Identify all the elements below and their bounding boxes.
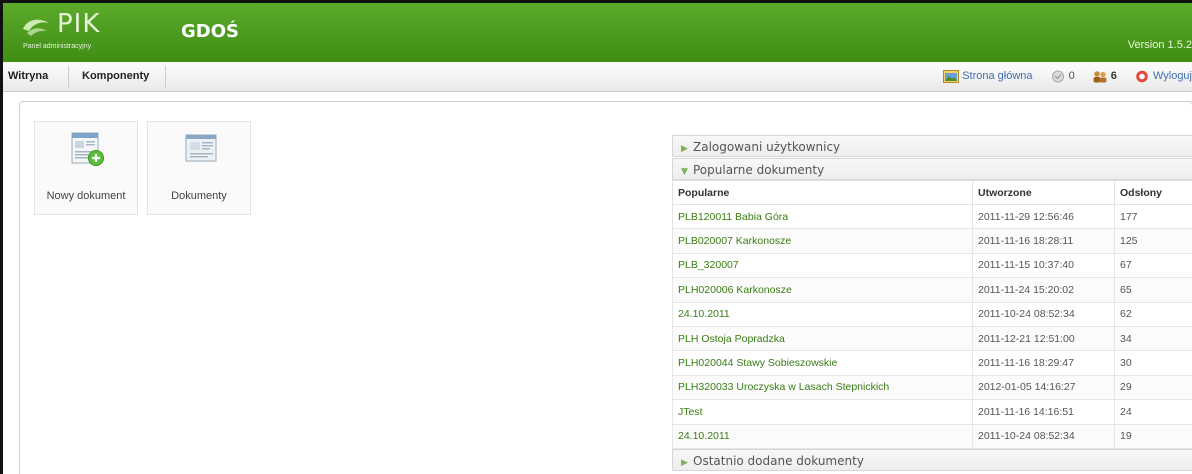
view-count: 19 xyxy=(1114,423,1192,449)
collapsed-arrow-icon: ▶ xyxy=(681,457,688,468)
logo-subtitle: Panel administracyjny xyxy=(23,43,92,50)
view-count: 177 xyxy=(1114,203,1192,230)
table-row: PLH320033 Uroczyska w Lasach Stepnickich… xyxy=(672,374,1192,401)
view-count: 29 xyxy=(1114,374,1192,401)
column-header-created: Utworzone xyxy=(972,180,1115,205)
document-link[interactable]: 24.10.2011 xyxy=(672,423,973,449)
collapsed-arrow-icon: ▶ xyxy=(681,144,688,154)
sliders-panel: ▶ Zalogowani użytkownicy ▼ Popularne dokum… xyxy=(672,135,1192,471)
view-count: 67 xyxy=(1114,252,1192,279)
slider-popular-documents[interactable]: ▼ Popularne dokumenty xyxy=(672,158,1192,180)
table-row: 24.10.2011 2011-10-24 08:52:34 62 xyxy=(672,301,1192,327)
slider-popular-title: Popularne dokumenty xyxy=(693,163,825,177)
document-link[interactable]: PLB020007 Karkonosze xyxy=(672,228,973,254)
created-date: 2011-11-16 14:16:51 xyxy=(972,399,1115,425)
new-document-label: Nowy dokument xyxy=(46,190,126,202)
menu-separator xyxy=(165,66,166,88)
logo[interactable]: PIK Panel administracyjny xyxy=(21,9,131,57)
users-icon xyxy=(1093,71,1107,83)
created-date: 2011-12-21 12:51:00 xyxy=(972,325,1115,352)
version-label: Version 1.5.2 xyxy=(1127,39,1192,51)
logout-link[interactable]: Wyloguj xyxy=(1153,62,1192,91)
document-link[interactable]: PLB_320007 xyxy=(672,252,973,279)
created-date: 2011-10-24 08:52:34 xyxy=(972,423,1115,449)
admin-window: PIK Panel administracyjny GDOŚ Version 1… xyxy=(0,0,1192,474)
view-count: 24 xyxy=(1114,399,1192,425)
new-document-icon xyxy=(71,132,104,166)
slider-latest-title: Ostatnio dodane dokumenty xyxy=(693,453,864,468)
messages-icon xyxy=(1051,70,1064,83)
slider-logged-users-title: Zalogowani użytkownicy xyxy=(693,140,841,154)
site-title: GDOŚ xyxy=(181,21,239,42)
view-count: 34 xyxy=(1114,325,1192,352)
column-header-views: Odsłony xyxy=(1114,180,1192,205)
created-date: 2011-11-15 10:37:40 xyxy=(972,252,1115,279)
menu-separator xyxy=(68,66,69,88)
slider-latest-documents[interactable]: ▶ Ostatnio dodane dokumenty xyxy=(672,448,1192,471)
created-date: 2011-11-16 18:28:11 xyxy=(972,228,1115,254)
created-date: 2011-10-24 08:52:34 xyxy=(972,301,1115,327)
created-date: 2011-11-24 15:20:02 xyxy=(972,277,1115,303)
table-row: PLH020044 Stawy Sobieszowskie 2011-11-16 … xyxy=(672,350,1192,376)
table-row: PLH020006 Karkonosze 2011-11-24 15:20:02 6… xyxy=(672,277,1192,303)
document-link[interactable]: PLH020044 Stawy Sobieszowskie xyxy=(672,350,973,376)
menu-item-komponenty[interactable]: Komponenty xyxy=(82,62,149,91)
table-row: JTest 2011-11-16 14:16:51 24 xyxy=(672,399,1192,425)
status-bar: Strona główna 0 6 Wyloguj xyxy=(943,62,1192,91)
created-date: 2012-01-05 14:16:27 xyxy=(972,374,1115,401)
menu-bar: Witryna Komponenty Strona główna 0 6 Wyl… xyxy=(3,62,1192,92)
documents-icon xyxy=(185,134,217,162)
document-link[interactable]: PLH020006 Karkonosze xyxy=(672,277,973,303)
expanded-arrow-icon: ▼ xyxy=(681,167,688,177)
header-bar: PIK Panel administracyjny GDOŚ Version 1… xyxy=(3,3,1192,62)
menu-item-witryna[interactable]: Witryna xyxy=(8,62,48,91)
created-date: 2011-11-16 18:29:47 xyxy=(972,350,1115,376)
table-header-row: Popularne Utworzone Odsłony xyxy=(672,180,1192,205)
users-count[interactable]: 6 xyxy=(1111,62,1117,91)
table-row: PLH Ostoja Popradzka 2011-12-21 12:51:00 3… xyxy=(672,325,1192,352)
logo-text: PIK xyxy=(57,9,101,39)
table-row: 24.10.2011 2011-10-24 08:52:34 19 xyxy=(672,423,1192,449)
messages-count[interactable]: 0 xyxy=(1069,62,1075,91)
document-link[interactable]: PLB120011 Babia Góra xyxy=(672,203,973,230)
logo-mark-icon xyxy=(23,19,49,36)
documents-button[interactable]: Dokumenty xyxy=(147,121,251,215)
column-header-popular: Popularne xyxy=(672,180,973,205)
popular-documents-table: Popularne Utworzone Odsłony PLB120011 Ba… xyxy=(672,180,1192,449)
logout-icon xyxy=(1136,70,1148,83)
view-count: 65 xyxy=(1114,277,1192,303)
table-row: PLB_320007 2011-11-15 10:37:40 67 xyxy=(672,252,1192,279)
documents-label: Dokumenty xyxy=(171,190,227,202)
view-count: 30 xyxy=(1114,350,1192,376)
document-link[interactable]: 24.10.2011 xyxy=(672,301,973,327)
content-area: Nowy dokument Dokumenty ▶Zalogowani uży xyxy=(19,101,1192,474)
preview-site-icon xyxy=(943,70,960,83)
view-count: 125 xyxy=(1114,228,1192,254)
popular-table-body: PLB120011 Babia Góra 2011-11-29 12:56:46 1… xyxy=(672,203,1192,449)
table-row: PLB020007 Karkonosze 2011-11-16 18:28:11 1… xyxy=(672,228,1192,254)
slider-logged-users[interactable]: ▶ Zalogowani użytkownicy xyxy=(672,135,1192,157)
table-row: PLB120011 Babia Góra 2011-11-29 12:56:46 1… xyxy=(672,203,1192,230)
document-link[interactable]: JTest xyxy=(672,399,973,425)
view-count: 62 xyxy=(1114,301,1192,327)
document-link[interactable]: PLH Ostoja Popradzka xyxy=(672,325,973,352)
new-document-button[interactable]: Nowy dokument xyxy=(34,121,138,215)
created-date: 2011-11-29 12:56:46 xyxy=(972,203,1115,230)
preview-link[interactable]: Strona główna xyxy=(962,62,1032,91)
document-link[interactable]: PLH320033 Uroczyska w Lasach Stepnickich xyxy=(672,374,973,401)
